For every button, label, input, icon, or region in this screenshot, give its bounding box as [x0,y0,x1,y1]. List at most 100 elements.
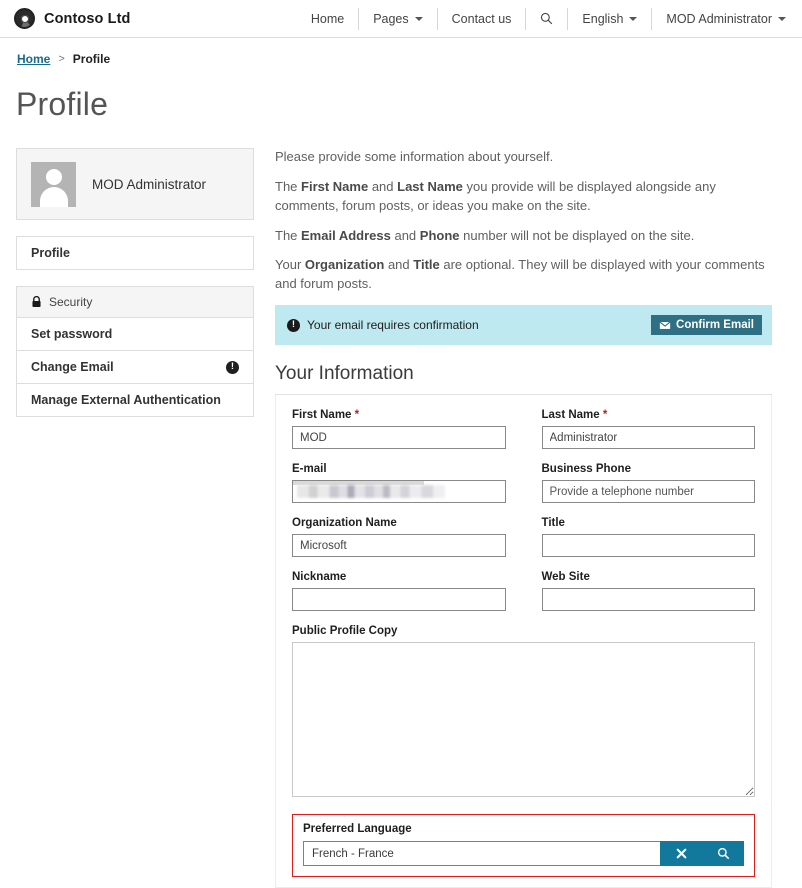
alert-message: Your email requires confirmation [307,318,479,333]
search-icon [717,847,730,860]
email-label: E-mail [292,463,327,476]
user-avatar-placeholder-icon [31,161,76,207]
first-name-label-text: First Name [292,409,352,422]
sidebar-item-profile[interactable]: Profile [16,236,254,270]
last-name-input[interactable] [541,426,755,450]
organization-name-label: Organization Name [292,517,397,530]
exclamation-circle-icon: ! [287,318,300,332]
sidebar-item-manage-external-authentication-label: Manage External Authentication [31,393,221,407]
field-title: Title [541,517,755,558]
nickname-input[interactable] [292,588,506,612]
form-col-right-contact: Business Phone [541,463,755,517]
sidebar-item-profile-label: Profile [31,246,70,260]
sidebar-profile-card: MOD Administrator [16,148,254,220]
form-col-left-contact: E-mail [292,463,506,517]
nav-item-language[interactable]: English [568,7,653,30]
intro-paragraph-4: Your Organization and Title are optional… [275,256,772,294]
form-bottom-spacer [292,877,755,887]
warning-circle-icon: ! [226,360,239,374]
nav-item-contact-us-label: Contact us [451,11,512,26]
form-row-contact: E-mail Business Phone [292,463,755,517]
nav-item-home-label: Home [310,11,345,26]
breadcrumb-current: Profile [72,52,111,66]
field-business-phone: Business Phone [541,463,755,504]
field-nickname: Nickname [292,571,506,612]
close-x-icon [676,848,686,859]
intro-p4-bold-title: Title [413,257,440,273]
sidebar-profile-name: MOD Administrator [92,176,207,192]
intro-p3-bold-email-address: Email Address [301,227,391,243]
brand-name: Contoso Ltd [44,10,131,27]
profile-form-panel: First Name * Last Name * E-mail [275,395,772,888]
form-row-org: Organization Name Title [292,517,755,571]
breadcrumb-home-link[interactable]: Home [17,52,50,66]
intro-paragraph-2: The First Name and Last Name you provide… [275,178,772,216]
sidebar-security-header-label: Security [49,295,93,309]
field-email: E-mail [292,463,506,504]
first-name-label: First Name * [292,409,506,421]
chevron-down-icon [778,16,786,21]
page-title: Profile [16,86,109,122]
main-content: Please provide some information about yo… [254,148,802,888]
search-icon [541,12,553,25]
brand-link[interactable]: Contoso Ltd [14,8,130,29]
contoso-swirl-logo-icon [14,8,35,29]
sidebar-item-set-password[interactable]: Set password [17,318,253,351]
intro-p4-bold-organization: Organization [304,257,385,273]
nav-search-button[interactable] [526,7,569,30]
navbar-menu: Home Pages Contact us English MOD Admini… [297,0,788,37]
sidebar-item-change-email[interactable]: Change Email ! [17,351,253,384]
preferred-language-input-group [303,841,744,867]
form-col-right-org: Title [541,517,755,571]
business-phone-label: Business Phone [541,463,631,476]
form-col-left-nickname: Nickname [292,571,506,625]
nav-item-home[interactable]: Home [297,7,360,30]
nav-item-language-label: English [582,11,624,26]
nav-item-user-menu-label: MOD Administrator [666,11,772,26]
preferred-language-label: Preferred Language [303,823,412,836]
intro-p2-pre: The [275,178,302,194]
title-input[interactable] [541,534,755,558]
business-phone-input[interactable] [541,480,755,504]
form-col-right-names: Last Name * [541,409,755,463]
nav-item-user-menu[interactable]: MOD Administrator [652,8,788,30]
preferred-language-clear-button[interactable] [660,841,702,867]
lock-icon [32,296,41,308]
public-profile-copy-textarea[interactable] [292,642,755,798]
sidebar-security-group: Security Set password Change Email ! Man… [16,286,254,417]
form-col-left-org: Organization Name [292,517,506,571]
form-section-title: Your Information [275,345,772,396]
envelope-icon [659,320,672,330]
form-row-names: First Name * Last Name * [292,409,755,463]
field-last-name: Last Name * [541,409,755,450]
preferred-language-highlight-box: Preferred Language [292,814,755,878]
confirm-email-button-label: Confirm Email [676,319,754,332]
chevron-down-icon [414,16,423,21]
sidebar-item-manage-external-authentication[interactable]: Manage External Authentication [17,384,253,416]
intro-p3-mid: and [390,227,420,243]
field-first-name: First Name * [292,409,506,450]
nav-item-contact-us[interactable]: Contact us [438,7,527,30]
alert-message-wrapper: ! Your email requires confirmation [287,318,479,332]
preferred-language-search-button[interactable] [702,841,744,867]
email-input[interactable] [292,480,506,504]
preferred-language-input[interactable] [303,841,660,867]
web-site-label: Web Site [541,571,590,584]
nav-item-pages[interactable]: Pages [359,7,438,30]
organization-name-input[interactable] [292,534,506,558]
intro-p2-bold-last-name: Last Name [397,178,463,194]
intro-p3-post: number will not be displayed on the site… [459,227,695,243]
required-asterisk: * [602,409,608,422]
field-organization-name: Organization Name [292,517,506,558]
intro-p4-pre: Your [275,257,305,273]
intro-paragraph-1: Please provide some information about yo… [275,149,554,164]
field-web-site: Web Site [541,571,755,612]
public-profile-copy-label: Public Profile Copy [292,625,398,638]
first-name-input[interactable] [292,426,506,450]
required-asterisk: * [354,409,360,422]
breadcrumb-separator: > [58,53,65,65]
nav-item-pages-label: Pages [373,11,409,26]
web-site-input[interactable] [541,588,755,612]
confirm-email-button[interactable]: Confirm Email [651,315,762,336]
breadcrumb: Home > Profile [0,38,802,66]
